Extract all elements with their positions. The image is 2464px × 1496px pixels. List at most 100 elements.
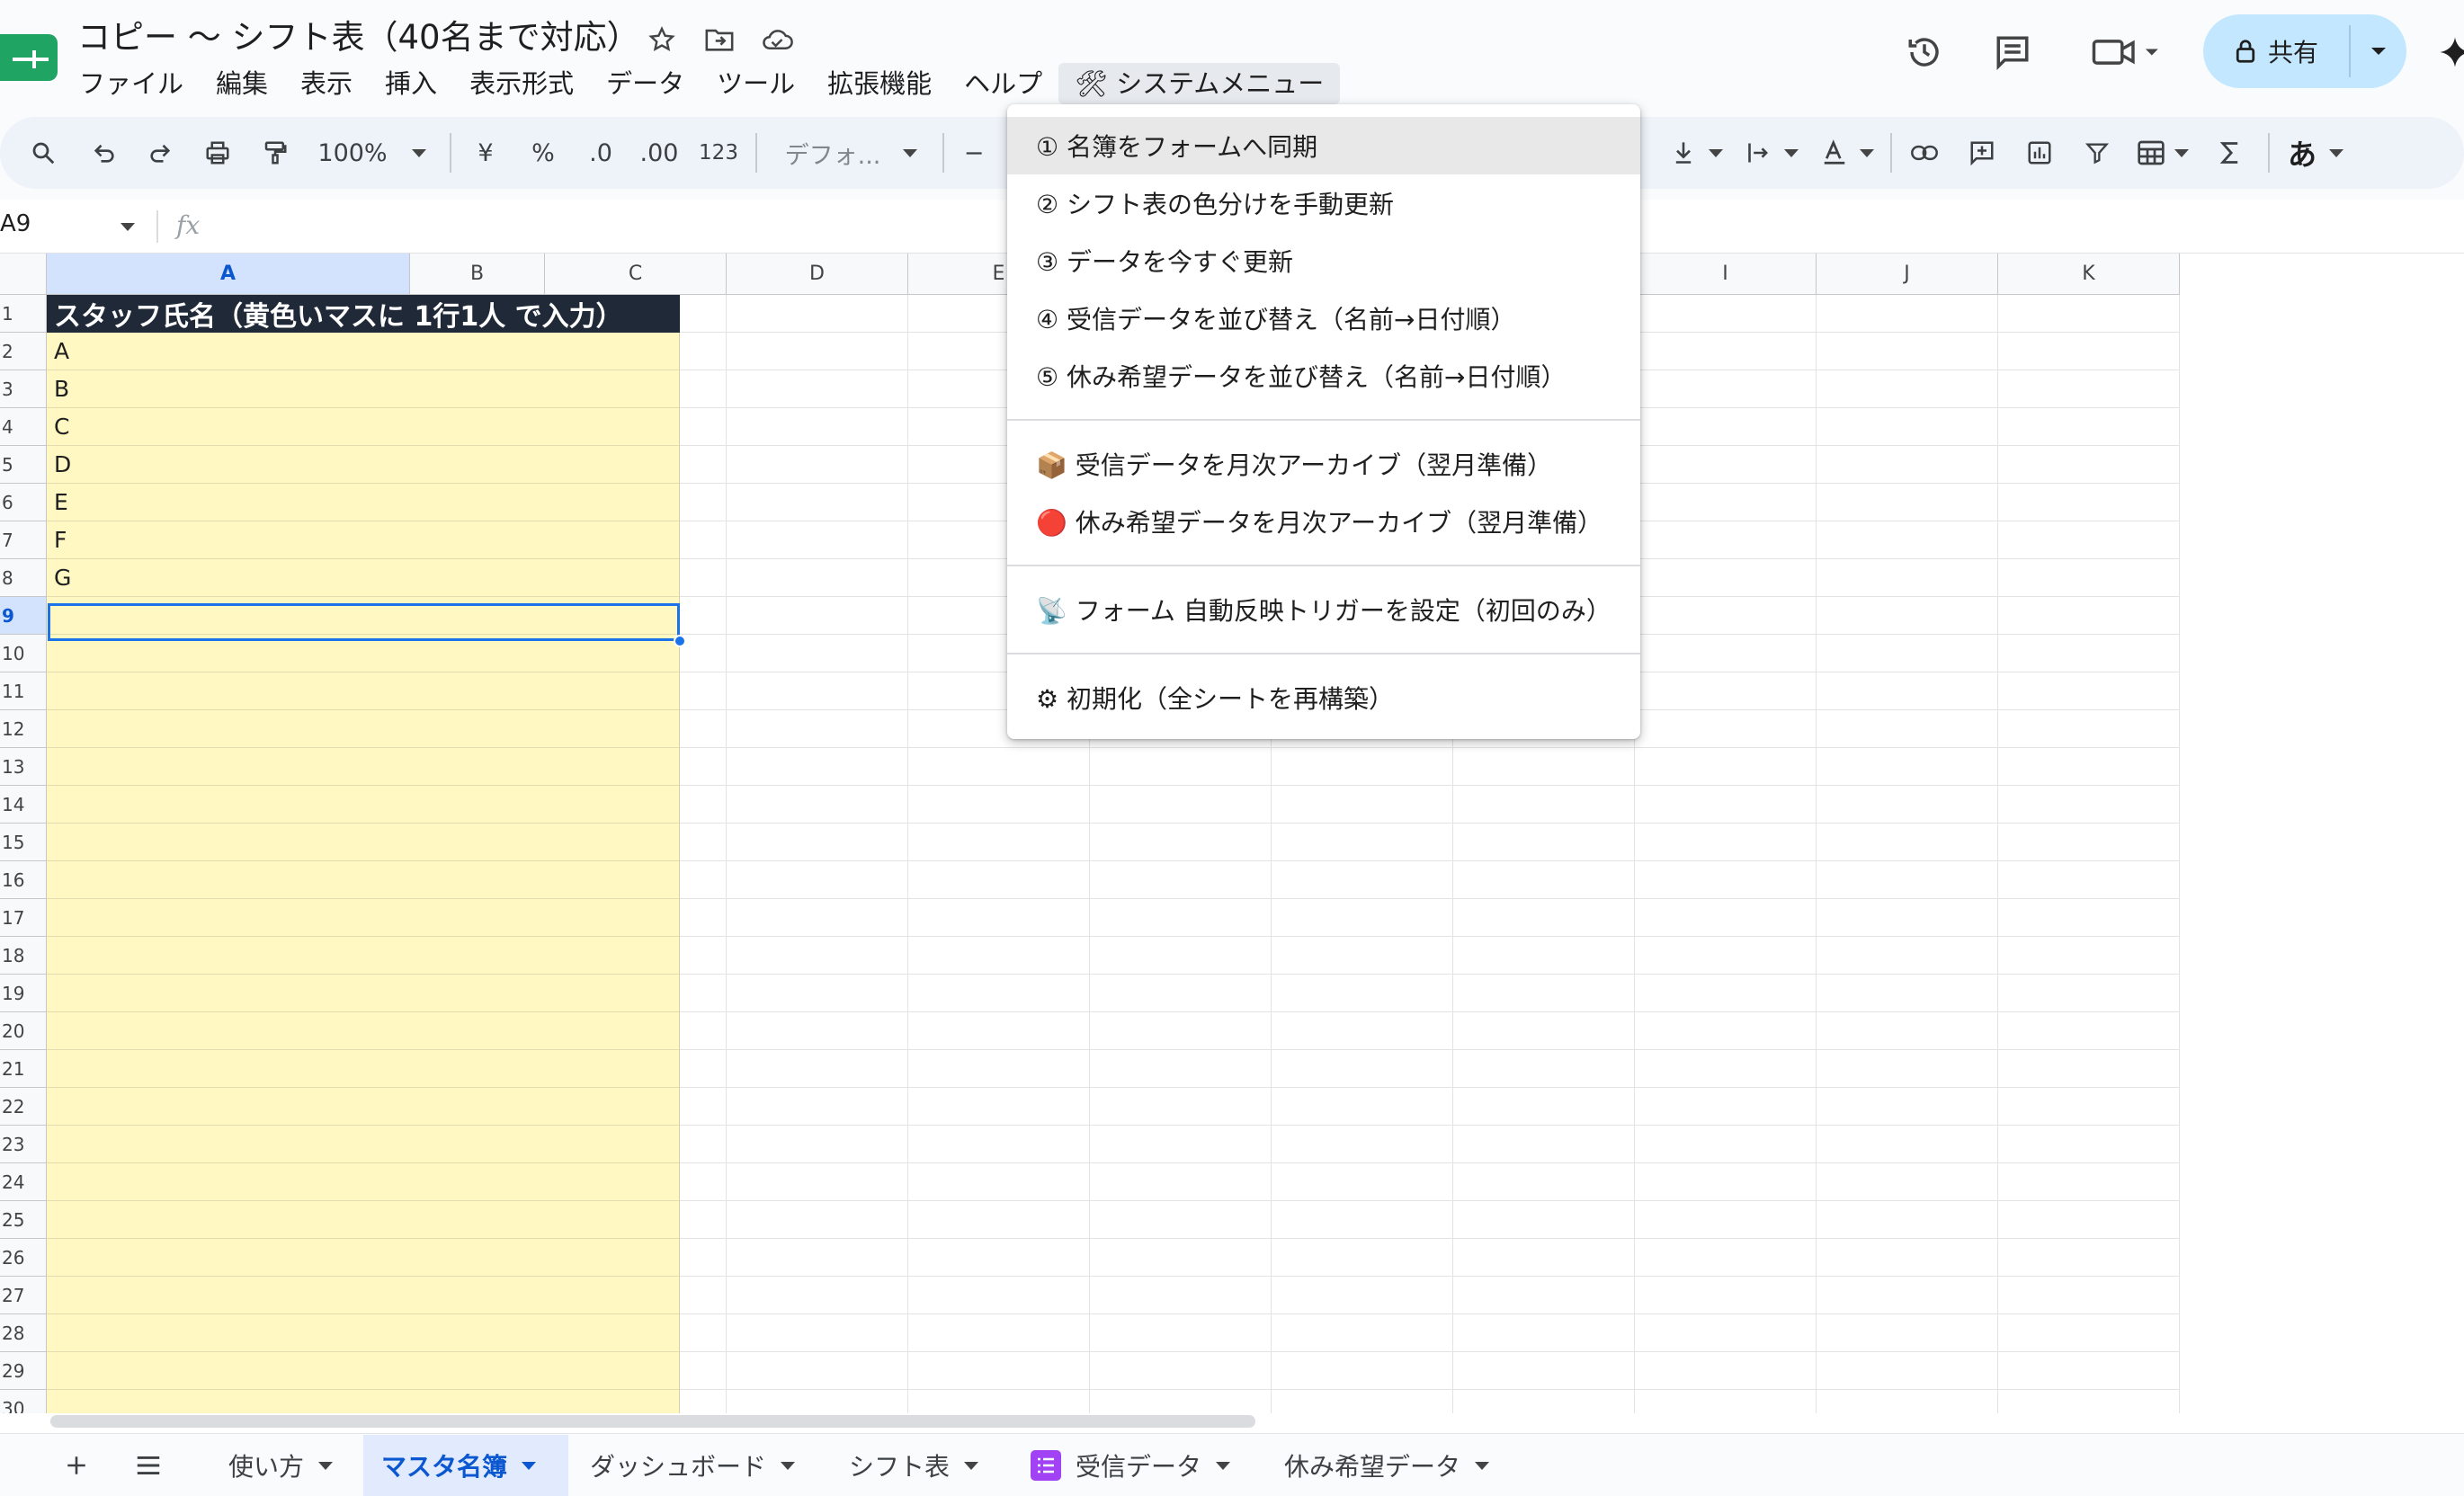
- menu-item-sort-received-data[interactable]: ④ 受信データを並び替え（名前→日付順）: [1007, 289, 1640, 347]
- filter-views-icon[interactable]: [2131, 117, 2171, 189]
- grid-cell[interactable]: [727, 635, 908, 672]
- grid-cell[interactable]: [1998, 333, 2180, 370]
- comments-icon[interactable]: [1991, 31, 2034, 74]
- grid-cell[interactable]: [1998, 1277, 2180, 1314]
- grid-cell[interactable]: [1272, 1163, 1453, 1201]
- grid-cell[interactable]: [1272, 1088, 1453, 1126]
- grid-cell[interactable]: [1635, 1352, 1817, 1390]
- column-header[interactable]: I: [1635, 254, 1817, 295]
- row-header[interactable]: 30: [0, 1390, 47, 1413]
- grid-cell[interactable]: [1272, 937, 1453, 975]
- grid-cell[interactable]: [727, 1126, 908, 1163]
- grid-cell[interactable]: [1817, 1163, 1998, 1201]
- grid-cell[interactable]: [1817, 1012, 1998, 1050]
- row-header[interactable]: 12: [0, 710, 47, 748]
- grid-cell[interactable]: [1090, 1163, 1272, 1201]
- grid-cell[interactable]: [727, 1390, 908, 1413]
- grid-cell[interactable]: [1090, 1352, 1272, 1390]
- grid-cell[interactable]: [908, 1277, 1090, 1314]
- column-header[interactable]: J: [1817, 254, 1998, 295]
- grid-cell[interactable]: [1090, 824, 1272, 861]
- grid-cell[interactable]: [1635, 1163, 1817, 1201]
- grid-cell[interactable]: [1998, 408, 2180, 446]
- text-wrap-icon[interactable]: [1739, 117, 1779, 189]
- grid-cell[interactable]: [1998, 1239, 2180, 1277]
- row-header[interactable]: 2: [0, 333, 47, 370]
- grid-cell[interactable]: [1817, 1390, 1998, 1413]
- grid-cell[interactable]: [1998, 1390, 2180, 1413]
- grid-cell[interactable]: [727, 1352, 908, 1390]
- grid-cell[interactable]: [727, 597, 908, 635]
- sheet-tab-dropdown-icon[interactable]: [522, 1461, 537, 1470]
- filter-icon[interactable]: [2077, 117, 2117, 189]
- row-header[interactable]: 22: [0, 1088, 47, 1126]
- grid-cell[interactable]: [1635, 333, 1817, 370]
- currency-format-button[interactable]: ¥: [469, 117, 502, 189]
- horizontal-scrollbar[interactable]: [50, 1415, 1255, 1428]
- grid-cell[interactable]: [727, 484, 908, 521]
- row-header[interactable]: 9: [0, 597, 47, 635]
- grid-cell[interactable]: [1817, 937, 1998, 975]
- redo-icon[interactable]: [140, 117, 180, 189]
- sheets-logo-icon[interactable]: [0, 34, 58, 81]
- search-icon[interactable]: [23, 117, 63, 189]
- grid-cell[interactable]: [1272, 1126, 1453, 1163]
- grid-cell[interactable]: [1272, 1390, 1453, 1413]
- undo-icon[interactable]: [85, 117, 124, 189]
- grid-cell[interactable]: [1453, 937, 1635, 975]
- menu-file[interactable]: ファイル: [63, 63, 200, 104]
- menu-help[interactable]: ヘルプ: [948, 63, 1058, 104]
- sheet-tab-shift-table[interactable]: シフト表: [831, 1435, 996, 1496]
- grid-cell[interactable]: [1635, 446, 1817, 484]
- row-header[interactable]: 17: [0, 899, 47, 937]
- grid-cell[interactable]: [1272, 1352, 1453, 1390]
- grid-cell[interactable]: [1635, 710, 1817, 748]
- grid-cell[interactable]: [908, 1012, 1090, 1050]
- grid-cell[interactable]: [908, 1352, 1090, 1390]
- grid-cell[interactable]: [1817, 1239, 1998, 1277]
- grid-cell[interactable]: [1817, 1088, 1998, 1126]
- grid-cell[interactable]: [1635, 1126, 1817, 1163]
- all-sheets-icon[interactable]: [126, 1435, 171, 1496]
- row-header[interactable]: 28: [0, 1314, 47, 1352]
- row-header[interactable]: 18: [0, 937, 47, 975]
- row-header[interactable]: 16: [0, 861, 47, 899]
- grid-cell[interactable]: [1453, 1277, 1635, 1314]
- grid-cell[interactable]: [1090, 1012, 1272, 1050]
- grid-cell[interactable]: [1817, 295, 1998, 333]
- grid-cell[interactable]: [1817, 1201, 1998, 1239]
- grid-cell[interactable]: [1998, 1201, 2180, 1239]
- grid-cell[interactable]: [1272, 899, 1453, 937]
- row-header[interactable]: 4: [0, 408, 47, 446]
- staff-name-cell[interactable]: C: [47, 408, 680, 446]
- grid-cell[interactable]: [727, 1163, 908, 1201]
- insert-link-icon[interactable]: [1905, 117, 1944, 189]
- print-icon[interactable]: [198, 117, 237, 189]
- staff-name-cell[interactable]: [47, 1314, 680, 1352]
- sheet-tab-master-roster[interactable]: マスタ名簿: [363, 1435, 568, 1496]
- row-header[interactable]: 8: [0, 559, 47, 597]
- grid-cell[interactable]: [1998, 295, 2180, 333]
- grid-cell[interactable]: [1272, 861, 1453, 899]
- menu-item-set-form-trigger[interactable]: 📡 フォーム 自動反映トリガーを設定（初回のみ）: [1007, 581, 1640, 638]
- share-dropdown-icon[interactable]: [2351, 14, 2406, 88]
- grid-cell[interactable]: [1090, 899, 1272, 937]
- row-header[interactable]: 19: [0, 975, 47, 1012]
- staff-name-cell[interactable]: [47, 1277, 680, 1314]
- grid-cell[interactable]: [908, 1314, 1090, 1352]
- add-sheet-icon[interactable]: [54, 1435, 99, 1496]
- menu-insert[interactable]: 挿入: [369, 63, 453, 104]
- grid-cell[interactable]: [727, 1277, 908, 1314]
- sheet-tab-dropdown-icon[interactable]: [781, 1461, 796, 1470]
- increase-decimal-button[interactable]: .00: [637, 117, 682, 189]
- grid-cell[interactable]: [1453, 899, 1635, 937]
- grid-cell[interactable]: [727, 975, 908, 1012]
- grid-cell[interactable]: [1635, 1314, 1817, 1352]
- grid-cell[interactable]: [727, 1201, 908, 1239]
- grid-cell[interactable]: [1272, 1314, 1453, 1352]
- grid-cell[interactable]: [1635, 370, 1817, 408]
- staff-name-cell[interactable]: [47, 1050, 680, 1088]
- row-header[interactable]: 13: [0, 748, 47, 786]
- row-header[interactable]: 10: [0, 635, 47, 672]
- grid-cell[interactable]: [1090, 1088, 1272, 1126]
